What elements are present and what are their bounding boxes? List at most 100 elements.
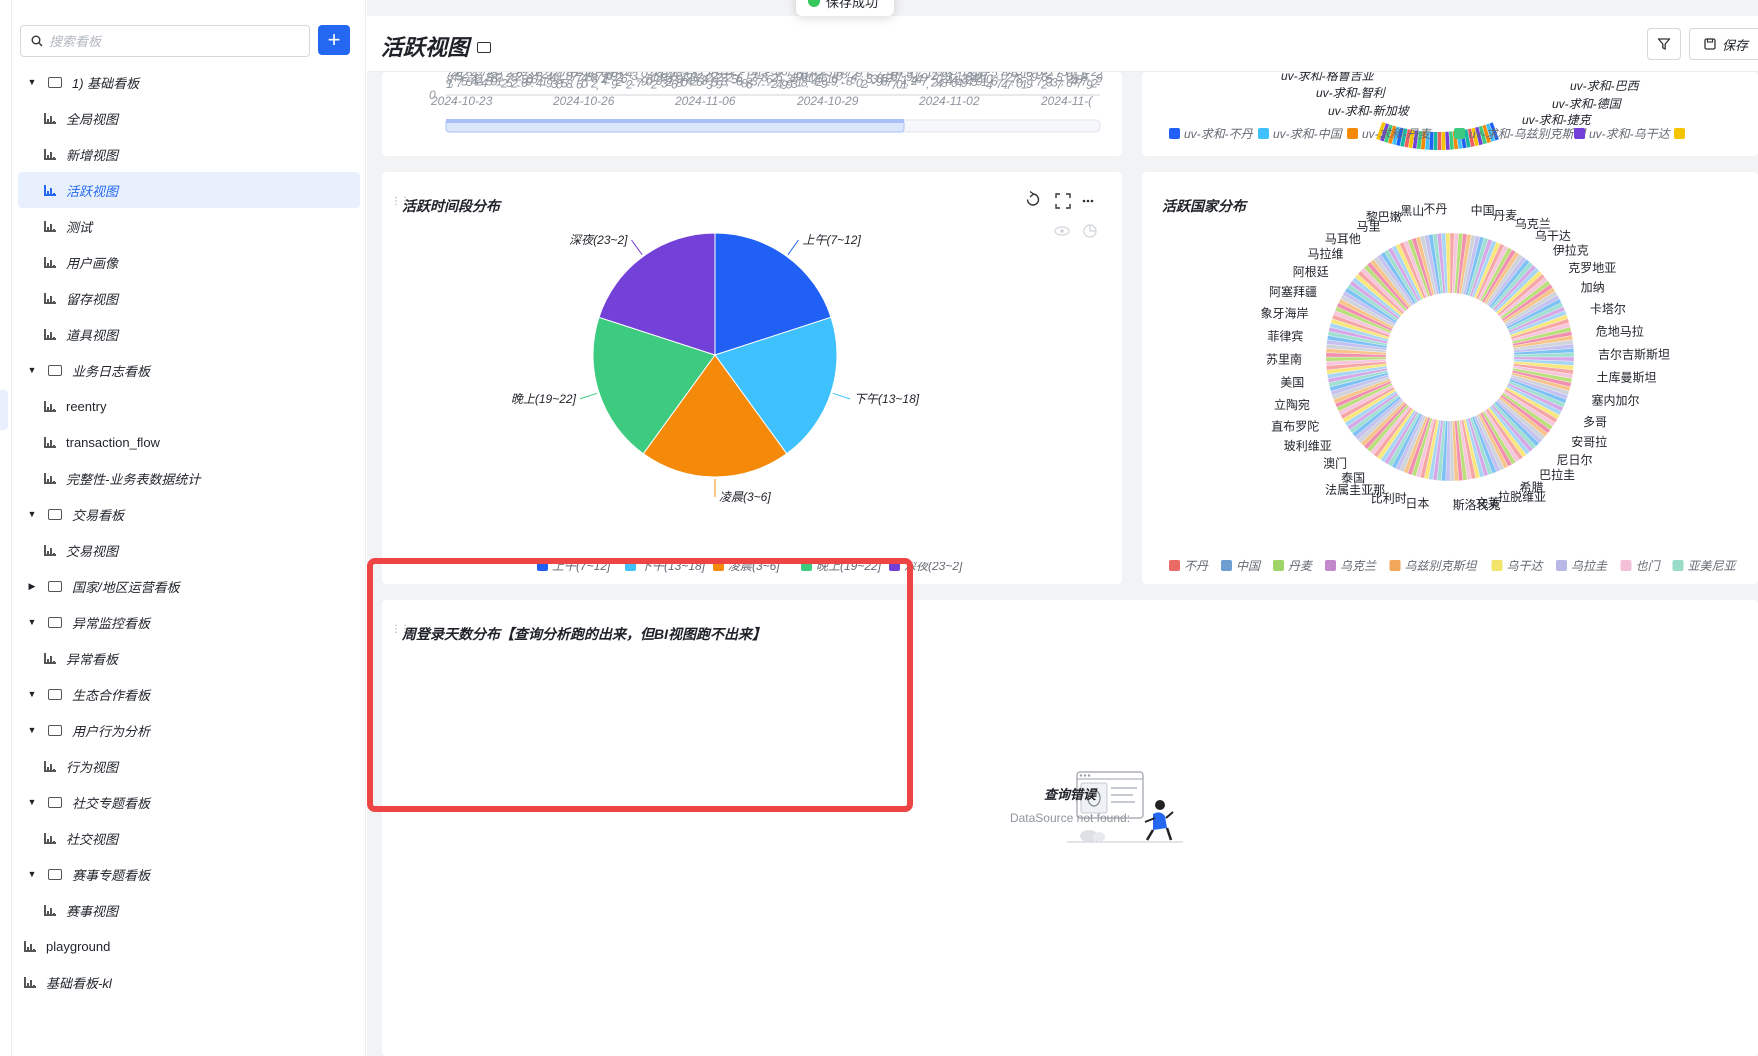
tree-item-label: 测试 <box>66 219 93 235</box>
country-slice-label: 安哥拉 <box>1571 434 1607 449</box>
view-item[interactable]: 完整性-业务表数据统计 <box>12 460 366 496</box>
bar-chart-icon <box>44 112 56 124</box>
view-item[interactable]: 留存视图 <box>12 280 366 316</box>
folder-item[interactable]: ▼ 1) 基础看板 <box>12 64 366 100</box>
x-tick-label: 2024-10-26 <box>552 94 615 108</box>
uv-legend-swatch <box>1674 128 1685 139</box>
country-slice-label: 立陶宛 <box>1274 397 1310 412</box>
caret-down-icon[interactable]: ▼ <box>26 725 38 735</box>
folder-item[interactable]: ▼ 用户行为分析 <box>12 712 366 748</box>
folder-item[interactable]: ▼ 赛事专题看板 <box>12 856 366 892</box>
search-box[interactable] <box>20 25 310 57</box>
bar-chart-icon <box>44 184 56 196</box>
caret-down-icon[interactable]: ▼ <box>26 365 38 375</box>
view-item[interactable]: 全局视图 <box>12 100 366 136</box>
folder-item[interactable]: ▶ 国家/地区运营看板 <box>12 568 366 604</box>
pie-slice-label: 深夜(23~2] <box>569 233 628 247</box>
view-item[interactable]: reentry <box>12 388 366 424</box>
tree-item-label: transaction_flow <box>66 434 160 450</box>
save-button[interactable]: 保存 <box>1689 28 1758 60</box>
crowded-tick: , <box>926 77 929 91</box>
caret-down-icon[interactable]: ▼ <box>26 617 38 627</box>
uv-slice-label: uv-求和-捷克 <box>1522 113 1593 127</box>
uv-legend-swatch <box>1169 128 1180 139</box>
caret-down-icon[interactable]: ▼ <box>26 77 38 87</box>
bar-chart-icon <box>24 976 36 988</box>
caret-down-icon[interactable]: ▼ <box>26 509 38 519</box>
folder-icon <box>48 724 62 736</box>
view-item[interactable]: 道具视图 <box>12 316 366 352</box>
view-item[interactable]: 异常看板 <box>12 640 366 676</box>
legend-cover <box>382 552 1122 562</box>
view-item[interactable]: 用户画像 <box>12 244 366 280</box>
eye-icon[interactable] <box>1054 226 1070 236</box>
view-item[interactable]: 活跃视图 <box>18 172 360 208</box>
tree-item-label: 异常看板 <box>66 651 119 667</box>
folder-item[interactable]: ▼ 业务日志看板 <box>12 352 366 388</box>
country-slice-label: 阿根廷 <box>1293 265 1329 279</box>
refresh-icon[interactable] <box>1026 190 1040 206</box>
bar-chart-icon <box>44 544 56 556</box>
rail-marker[interactable] <box>0 390 8 430</box>
bar-chart-icon <box>44 292 56 304</box>
uv-legend-label: uv-求和-丹麦 <box>1362 127 1433 141</box>
view-item[interactable]: 基础看板-kl <box>12 964 366 1000</box>
view-item[interactable]: playground <box>12 928 366 964</box>
view-item[interactable]: 行为视图 <box>12 748 366 784</box>
crowded-tick: - <box>851 75 855 89</box>
crowded-tick: - <box>871 76 875 90</box>
view-item[interactable]: 测试 <box>12 208 366 244</box>
caret-down-icon[interactable]: ▼ <box>26 797 38 807</box>
uv-slice-label: uv-求和-格鲁吉亚 <box>1281 72 1376 83</box>
pie-legend: 上午(7~12] 下午(13~18] 凌晨(3~6] 晚上(19~22] 深夜(23~2… <box>382 552 1122 573</box>
pie-chart <box>592 232 838 478</box>
country-slice-label: 伊拉克 <box>1553 243 1589 258</box>
country-slice-label: 澳门 <box>1323 455 1347 470</box>
country-slice-label: 直布罗陀 <box>1271 418 1319 433</box>
search-input[interactable] <box>49 33 289 49</box>
add-dashboard-button[interactable]: + <box>318 25 350 55</box>
drag-handle-icon[interactable]: ⋮⋮ <box>391 624 410 635</box>
x-axis-crowded-labels: 72628497983,2,6936825247802619,666404.,0… <box>446 64 1103 92</box>
folder-item[interactable]: ▼ 社交专题看板 <box>12 784 366 820</box>
folder-icon <box>48 616 62 628</box>
more-icon[interactable] <box>1082 199 1094 203</box>
dashboard-tree: ▼ 1) 基础看板全局视图 新增视图 活跃视图测试用户画像留存视图道具视图 ▼ 业务日志看… <box>12 64 366 1000</box>
country-donut <box>1325 232 1575 482</box>
bar-chart-icon <box>44 400 56 412</box>
caret-right-icon[interactable]: ▶ <box>26 581 38 592</box>
country-slice-label: 象牙海岸 <box>1260 306 1308 321</box>
folder-item[interactable]: ▼ 异常监控看板 <box>12 604 366 640</box>
filter-button[interactable] <box>1647 28 1681 60</box>
comment-icon[interactable] <box>477 41 492 53</box>
bar-chart-icon <box>44 760 56 772</box>
view-item[interactable]: 社交视图 <box>12 820 366 856</box>
caret-down-icon[interactable]: ▼ <box>26 869 38 879</box>
caret-down-icon[interactable]: ▼ <box>26 689 38 699</box>
view-item[interactable]: transaction_flow <box>12 424 366 460</box>
fullscreen-icon[interactable] <box>1055 193 1071 209</box>
page-title: 活跃视图 <box>381 30 492 62</box>
crowded-tick: , <box>596 78 599 92</box>
active-time-card: ⋮⋮ 活跃时间段分布 上午(7~12] 下午(13~18] 凌晨(3~6] 晚上… <box>382 172 1122 584</box>
tree-item-label: 留存视图 <box>66 291 119 307</box>
folder-item[interactable]: ▼ 生态合作看板 <box>12 676 366 712</box>
pie-slice-label: 晚上(19~22] <box>511 392 577 406</box>
folder-item[interactable]: ▼ 交易看板 <box>12 496 366 532</box>
crowded-tick: - <box>631 77 635 91</box>
view-item[interactable]: 赛事视图 <box>12 892 366 928</box>
view-item[interactable]: 新增视图 <box>12 136 366 172</box>
country-slice-label: 塞内加尔 <box>1592 392 1640 407</box>
tree-item-label: 行为视图 <box>66 759 119 775</box>
tree-item-label: 1) 基础看板 <box>72 75 140 91</box>
uv-slice <box>1433 131 1438 150</box>
uv-slice-label: uv-求和-德国 <box>1552 97 1623 111</box>
view-item[interactable]: 交易视图 <box>12 532 366 568</box>
country-slice-label: 土库曼斯坦 <box>1597 370 1657 385</box>
country-legend: 不丹 中国 丹麦 乌克兰 乌兹别克斯坦 乌干达 乌拉圭 也门 亚美尼亚 <box>1169 559 1738 573</box>
left-collapsed-rail <box>0 0 12 1056</box>
country-slice-label: 阿塞拜疆 <box>1269 284 1317 299</box>
country-legend-label: 亚美尼亚 <box>1688 559 1738 573</box>
crowded-tick: , <box>451 74 454 88</box>
pie-icon[interactable] <box>1083 224 1097 238</box>
